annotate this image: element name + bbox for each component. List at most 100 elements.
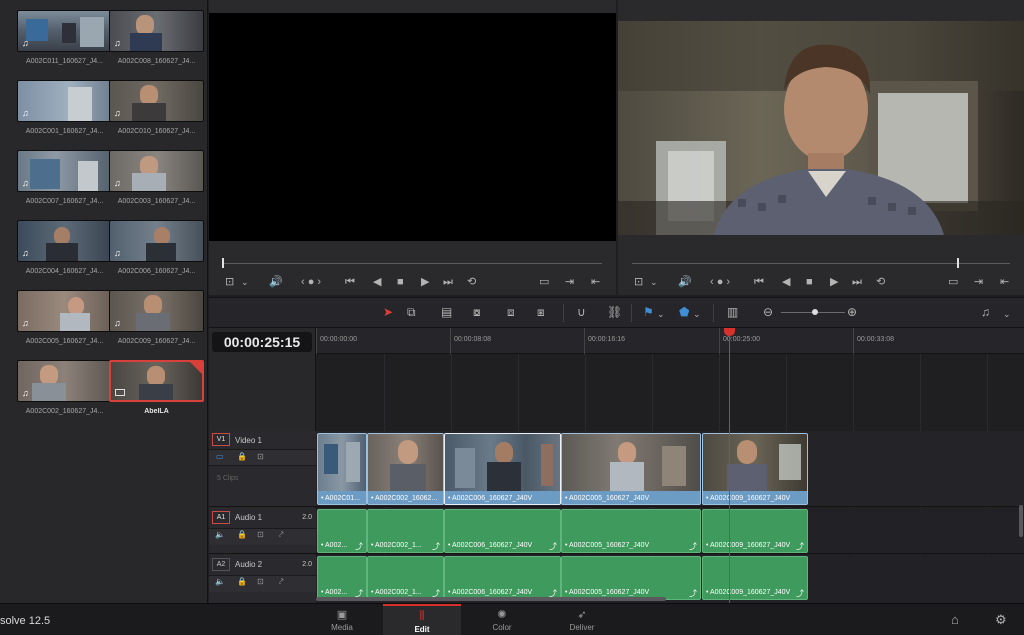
overwrite-clip-icon[interactable]: ⧈: [507, 305, 515, 319]
stop-icon[interactable]: ■: [806, 275, 813, 289]
media-pool-clip-11[interactable]: AbelLA: [109, 360, 204, 423]
track-enable-icon[interactable]: ▭: [216, 452, 224, 461]
auto-select-icon[interactable]: ⊡: [257, 452, 264, 461]
fade-handle-icon[interactable]: ⤴: [549, 541, 557, 552]
timeline-audio1-clip-1[interactable]: • A002C002_1... ⤴: [367, 509, 444, 553]
fade-handle-icon[interactable]: ⤴: [796, 541, 804, 552]
chevron-down-icon[interactable]: ⌄: [1003, 307, 1011, 321]
play-reverse-icon[interactable]: ◀: [782, 275, 790, 289]
viewer-size-icon[interactable]: ⊡: [225, 275, 234, 289]
track-id-badge[interactable]: A2: [212, 558, 230, 571]
zoom-out-icon[interactable]: ⊖: [763, 305, 773, 319]
fade-handle-icon[interactable]: ⤴: [355, 541, 363, 552]
volume-icon[interactable]: 🔊: [269, 275, 283, 289]
timeline-audio1-clip-4[interactable]: • A002C009_160627_J40V ⤴: [702, 509, 808, 553]
blade-icon[interactable]: ▤: [441, 305, 452, 319]
tab-color[interactable]: ✺ Color: [463, 604, 541, 635]
track-name[interactable]: Audio 2: [235, 560, 262, 569]
timeline-video-clip-2[interactable]: • A002C006_160627_J40V: [444, 433, 561, 505]
play-reverse-icon[interactable]: ◀: [373, 275, 381, 289]
source-scrubber[interactable]: [223, 263, 602, 264]
play-icon[interactable]: ▶: [830, 275, 838, 289]
timeline-vertical-scrollbar[interactable]: [1019, 505, 1023, 537]
track-id-badge[interactable]: A1: [212, 511, 230, 524]
timeline-view-icon[interactable]: ▥: [727, 305, 738, 319]
media-pool-clip-1[interactable]: ♫ A002C008_160627_J4...: [109, 10, 204, 73]
match-frame-icon[interactable]: ▭: [539, 275, 549, 289]
mark-in-icon[interactable]: ⇥: [974, 275, 983, 289]
tab-edit[interactable]: ⫼ Edit: [383, 604, 461, 635]
gear-icon[interactable]: ⚙: [995, 612, 1007, 628]
source-scrubber-handle[interactable]: [222, 258, 224, 268]
mark-out-icon[interactable]: ⇤: [591, 275, 600, 289]
media-pool-clip-8[interactable]: ♫ A002C005_160627_J4...: [17, 290, 112, 353]
timeline-viewer-screen[interactable]: [618, 21, 1024, 235]
track-name[interactable]: Audio 1: [235, 513, 262, 522]
chevron-down-icon[interactable]: ⌄: [650, 275, 658, 289]
lock-icon[interactable]: 🔒: [237, 452, 247, 461]
fade-handle-icon[interactable]: ⤴: [432, 541, 440, 552]
timeline-audio2-clip-1[interactable]: • A002C002_1... ⤴: [367, 556, 444, 600]
timeline-video-clip-1[interactable]: • A002C002_16062...: [367, 433, 444, 505]
media-pool-clip-0[interactable]: ♫ A002C011_160627_J4...: [17, 10, 112, 73]
chevron-down-icon[interactable]: ⌄: [657, 307, 665, 321]
loop-icon[interactable]: ⟲: [876, 275, 885, 289]
track-id-badge[interactable]: V1: [212, 433, 230, 446]
timeline-audio2-clip-3[interactable]: • A002C005_160627_J40V ⤴: [561, 556, 701, 600]
link-icon[interactable]: ⛓: [607, 305, 622, 319]
timeline-scrubber[interactable]: [632, 263, 1010, 264]
replace-clip-icon[interactable]: ⧆: [537, 305, 545, 319]
timeline-audio2-clip-4[interactable]: • A002C009_160627_J40V ⤴: [702, 556, 808, 600]
fade-handle-icon[interactable]: ⤴: [689, 588, 697, 599]
home-icon[interactable]: ⌂: [951, 612, 959, 627]
timeline-video-clip-3[interactable]: • A002C005_160627_J40V: [561, 433, 701, 505]
media-pool-clip-4[interactable]: ♫ A002C007_160627_J4...: [17, 150, 112, 213]
auto-select-icon[interactable]: ⊡: [257, 530, 264, 539]
media-pool-clip-10[interactable]: ♫ A002C002_160627_J4...: [17, 360, 112, 423]
go-to-start-icon[interactable]: ⏮: [345, 275, 355, 289]
play-icon[interactable]: ▶: [421, 275, 429, 289]
zoom-slider-handle[interactable]: [812, 309, 818, 315]
source-viewer-screen[interactable]: [209, 13, 616, 241]
media-pool-clip-5[interactable]: ♫ A002C003_160627_J4...: [109, 150, 204, 213]
playhead-line[interactable]: [729, 328, 730, 603]
timeline-audio1-clip-2[interactable]: • A002C006_160627_J40V ⤴: [444, 509, 561, 553]
viewer-size-icon[interactable]: ⊡: [634, 275, 643, 289]
timeline-audio2-clip-0[interactable]: • A002... ⤴: [317, 556, 367, 600]
fade-handle-icon[interactable]: ⤴: [796, 588, 804, 599]
timeline-audio1-clip-3[interactable]: • A002C005_160627_J40V ⤴: [561, 509, 701, 553]
tab-media[interactable]: ▣ Media: [303, 604, 381, 635]
tab-deliver[interactable]: ➶ Deliver: [543, 604, 621, 635]
timeline-video-clip-4[interactable]: • A002C009_160627_J40V: [702, 433, 808, 505]
media-pool-clip-2[interactable]: ♫ A002C001_160627_J4...: [17, 80, 112, 143]
mark-in-icon[interactable]: ⇥: [565, 275, 574, 289]
jog-icon[interactable]: ‹ ● ›: [301, 275, 321, 289]
media-pool-clip-6[interactable]: ♫ A002C004_160627_J4...: [17, 220, 112, 283]
volume-icon[interactable]: 🔊: [678, 275, 692, 289]
jog-icon[interactable]: ‹ ● ›: [710, 275, 730, 289]
marker-icon[interactable]: ⬟: [679, 305, 689, 319]
mute-icon[interactable]: ⤤: [279, 530, 284, 540]
mark-out-icon[interactable]: ⇤: [1000, 275, 1009, 289]
go-to-start-icon[interactable]: ⏮: [754, 275, 764, 289]
zoom-in-icon[interactable]: ⊕: [847, 305, 857, 319]
speaker-icon[interactable]: 🔈: [215, 577, 225, 586]
insert-clip-icon[interactable]: ⧇: [473, 305, 481, 319]
timecode-display[interactable]: 00:00:25:15: [212, 332, 312, 352]
timeline-scrubber-handle[interactable]: [957, 258, 959, 268]
timeline-audio2-clip-2[interactable]: • A002C006_160627_J40V ⤴: [444, 556, 561, 600]
go-to-end-icon[interactable]: ⏭: [852, 275, 862, 289]
mute-icon[interactable]: ⤤: [279, 577, 284, 587]
track-name[interactable]: Video 1: [235, 436, 262, 445]
timeline-ruler[interactable]: 00:00:00:00 00:00:08:08 00:00:16:16 00:0…: [316, 328, 1024, 354]
media-pool-clip-7[interactable]: ♫ A002C006_160627_J4...: [109, 220, 204, 283]
auto-select-icon[interactable]: ⊡: [257, 577, 264, 586]
chevron-down-icon[interactable]: ⌄: [241, 275, 249, 289]
lock-icon[interactable]: 🔒: [237, 530, 247, 539]
snapping-icon[interactable]: ∪: [577, 305, 586, 319]
match-frame-icon[interactable]: ▭: [948, 275, 958, 289]
chevron-down-icon[interactable]: ⌄: [693, 307, 701, 321]
speaker-icon[interactable]: 🔈: [215, 530, 225, 539]
trim-icon[interactable]: ⧉: [407, 305, 416, 319]
media-pool-clip-9[interactable]: ♫ A002C009_160627_J4...: [109, 290, 204, 353]
